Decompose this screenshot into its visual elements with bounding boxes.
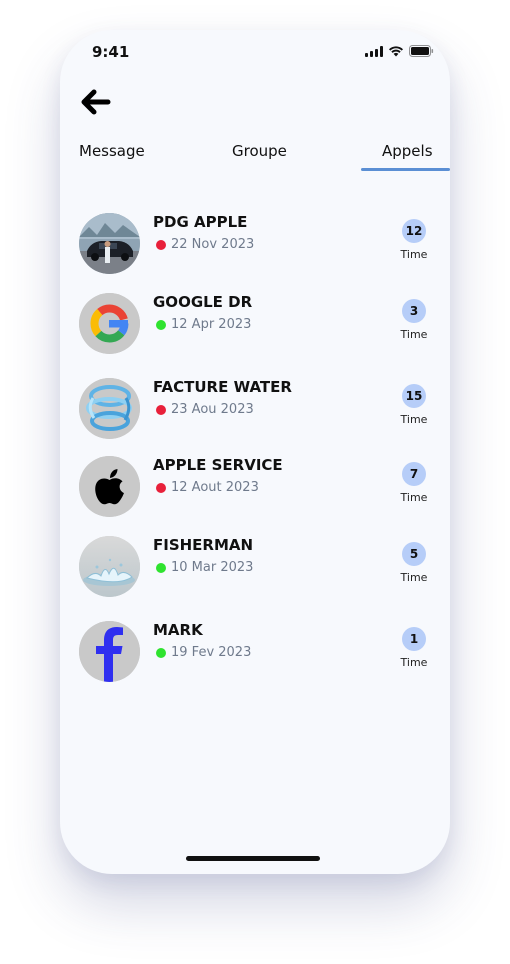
missed-status-dot: [156, 404, 166, 415]
status-time: 9:41: [92, 43, 130, 61]
water-swirl-icon: [79, 378, 140, 439]
status-icons: [365, 45, 434, 57]
contact-name: FISHERMAN: [153, 536, 254, 554]
phone-screen: 9:41 Message Groupe Appels PDG APPLE 22 …: [60, 30, 450, 874]
avatar: [79, 456, 140, 517]
contact-name: GOOGLE DR: [153, 293, 253, 311]
answered-status-dot: [156, 319, 166, 330]
count-label: Time: [400, 656, 428, 669]
avatar: [79, 536, 140, 597]
call-count-badge: 12: [402, 219, 426, 243]
call-row[interactable]: MARK 19 Fev 2023 1 Time: [60, 621, 450, 685]
tab-appels[interactable]: Appels: [382, 142, 433, 160]
call-date-line: 12 Aout 2023: [156, 480, 259, 495]
home-indicator[interactable]: [186, 856, 320, 861]
missed-status-dot: [156, 482, 166, 493]
call-count-badge: 5: [402, 542, 426, 566]
call-date: 22 Nov 2023: [171, 237, 255, 252]
call-count-badge: 7: [402, 462, 426, 486]
call-date-line: 12 Apr 2023: [156, 317, 251, 332]
google-logo-icon: [79, 293, 140, 354]
contact-name: MARK: [153, 621, 203, 639]
contact-name: PDG APPLE: [153, 213, 248, 231]
answered-status-dot: [156, 562, 166, 573]
call-date: 12 Aout 2023: [171, 480, 259, 495]
contact-name: FACTURE WATER: [153, 378, 292, 396]
facebook-logo-icon: [79, 621, 140, 682]
call-count-badge: 15: [402, 384, 426, 408]
call-date: 23 Aou 2023: [171, 402, 254, 417]
call-row[interactable]: FACTURE WATER 23 Aou 2023 15 Time: [60, 378, 450, 442]
call-date-line: 19 Fev 2023: [156, 645, 251, 660]
tab-message[interactable]: Message: [79, 142, 145, 160]
contact-name: APPLE SERVICE: [153, 456, 283, 474]
avatar: [79, 621, 140, 682]
call-date: 12 Apr 2023: [171, 317, 252, 332]
call-date-line: 23 Aou 2023: [156, 402, 254, 417]
call-date-line: 22 Nov 2023: [156, 237, 254, 252]
avatar: [79, 213, 140, 274]
call-row[interactable]: PDG APPLE 22 Nov 2023 12 Time: [60, 213, 450, 277]
call-row[interactable]: APPLE SERVICE 12 Aout 2023 7 Time: [60, 456, 450, 520]
active-tab-indicator: [361, 168, 450, 171]
wifi-icon: [389, 46, 403, 57]
missed-status-dot: [156, 239, 166, 250]
avatar: [79, 293, 140, 354]
car-photo-icon: [79, 213, 140, 274]
count-label: Time: [400, 248, 428, 261]
call-count-badge: 3: [402, 299, 426, 323]
call-date: 19 Fev 2023: [171, 645, 252, 660]
answered-status-dot: [156, 647, 166, 658]
call-count-badge: 1: [402, 627, 426, 651]
count-label: Time: [400, 328, 428, 341]
cellular-signal-icon: [365, 45, 383, 57]
tab-groupe[interactable]: Groupe: [232, 142, 287, 160]
water-splash-icon: [79, 536, 140, 597]
avatar: [79, 378, 140, 439]
count-label: Time: [400, 571, 428, 584]
count-label: Time: [400, 491, 428, 504]
call-row[interactable]: FISHERMAN 10 Mar 2023 5 Time: [60, 536, 450, 600]
call-date: 10 Mar 2023: [171, 560, 254, 575]
call-row[interactable]: GOOGLE DR 12 Apr 2023 3 Time: [60, 293, 450, 357]
back-arrow-icon[interactable]: [79, 88, 111, 116]
count-label: Time: [400, 413, 428, 426]
call-date-line: 10 Mar 2023: [156, 560, 253, 575]
battery-icon: [409, 45, 434, 57]
apple-logo-icon: [79, 456, 140, 517]
